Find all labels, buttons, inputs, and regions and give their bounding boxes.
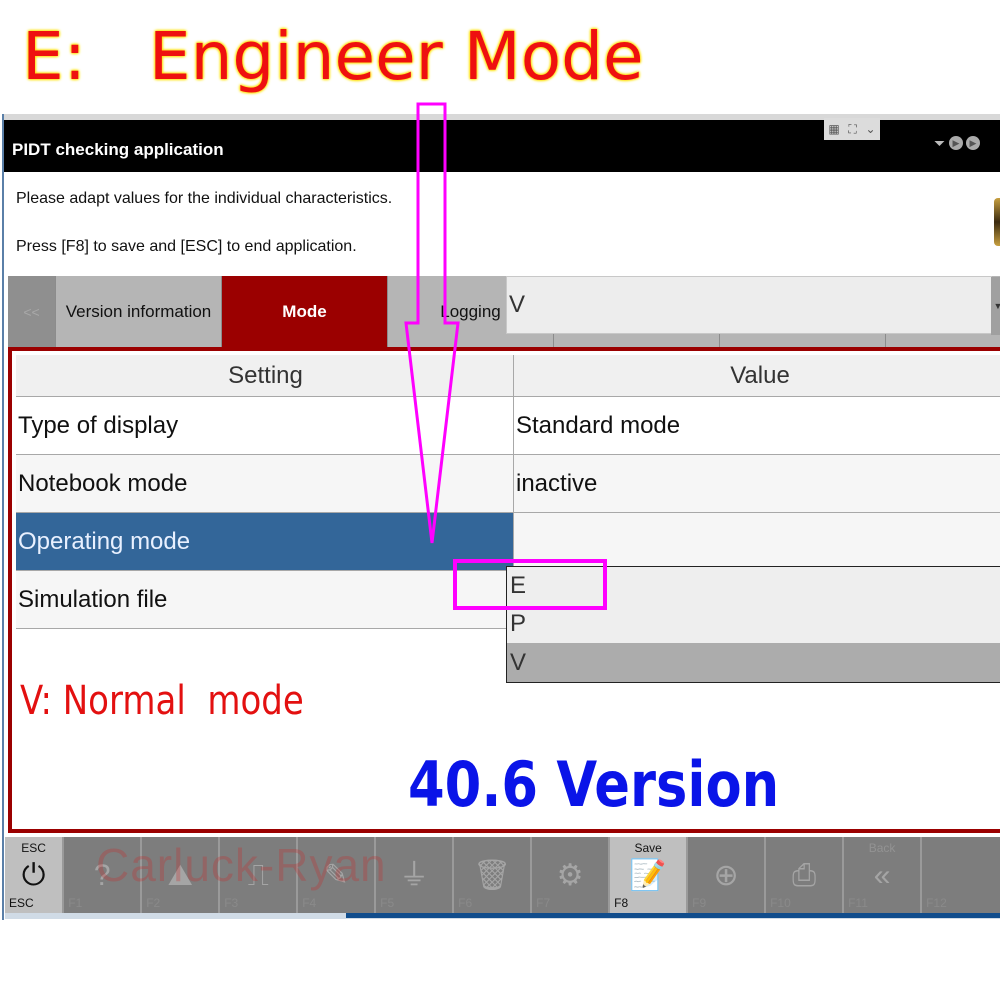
function-key-label: F4	[302, 896, 317, 910]
function-key-label: ESC	[9, 896, 34, 910]
brand-crest-logo	[994, 198, 1000, 246]
filter-icon[interactable]: ⏷	[934, 136, 946, 150]
operating-mode-select[interactable]: V ▼	[506, 276, 1000, 335]
dropdown-arrow-icon[interactable]: ▼	[991, 277, 1000, 335]
toolbar-button-f8[interactable]: Save 📝 F8	[610, 837, 689, 913]
toolbar-button-f6[interactable]: 🗑 F6	[454, 837, 533, 913]
function-key-label: F7	[536, 896, 551, 910]
function-key-label: F12	[926, 896, 947, 910]
function-key-toolbar: ESC ⏻ ESC? F1 ⛰ F2 ⎍ F3 ✎ F4 ⏚ F5 🗑 F6 ⚙ F7 Save 📝 F8 ⊕ F9 ⎙ F…	[5, 837, 1000, 913]
toolbar-button-f7[interactable]: ⚙ F7	[532, 837, 611, 913]
printer-icon: ⎙	[792, 859, 817, 892]
edit-document-icon: ✎	[323, 859, 349, 892]
table-row[interactable]: Notebook mode inactive	[16, 455, 1000, 513]
normal-mode-note: V: Normal mode	[20, 678, 304, 724]
tab-scroll-back[interactable]: <<	[8, 276, 56, 348]
setting-label: Simulation file	[16, 571, 514, 628]
power-icon: ⏻	[21, 859, 46, 892]
button-label: Save	[634, 841, 662, 855]
operating-mode-options: E P V	[506, 566, 1000, 683]
toolbar-button-f12[interactable]: F12	[922, 837, 1000, 913]
toolbar-button-f4[interactable]: ✎ F4	[298, 837, 377, 913]
fullscreen-icon[interactable]: ⛶	[848, 122, 856, 137]
play-circle-icon[interactable]: ▶	[966, 136, 980, 150]
play-circle-icon[interactable]: ▶	[949, 136, 963, 150]
toolbar-button-f11[interactable]: Back « F11	[844, 837, 923, 913]
toolbar-button-f10[interactable]: ⎙ F10	[766, 837, 845, 913]
car-tools-icon: ⚙	[556, 859, 584, 892]
option-v[interactable]: V	[507, 643, 1000, 682]
grid-icon[interactable]: ▦	[828, 122, 839, 136]
help-icon: ?	[93, 859, 111, 892]
function-key-label: F6	[458, 896, 473, 910]
instructions: Please adapt values for the individual c…	[16, 190, 392, 286]
title-icons: ⏷ ▶ ▶	[934, 136, 980, 150]
setting-value[interactable]: Standard mode	[514, 397, 1000, 454]
table-row-selected[interactable]: Operating mode	[16, 513, 1000, 571]
toolbar-button-f3[interactable]: ⎍ F3	[220, 837, 299, 913]
option-e[interactable]: E	[507, 567, 1000, 605]
function-key-label: F11	[848, 896, 868, 910]
car-search-icon: ⊕	[713, 859, 739, 892]
table-header: Setting Value	[16, 355, 1000, 397]
tab-mode[interactable]: Mode	[222, 276, 388, 348]
tab-version-information[interactable]: Version information	[56, 276, 222, 348]
back-icon: «	[873, 859, 891, 892]
version-note: 40.6 Version	[408, 748, 780, 821]
chart-icon: ⛰	[167, 859, 193, 892]
trash-icon: 🗑	[473, 859, 512, 892]
setting-label: Type of display	[16, 397, 514, 454]
toolbar-button-f1[interactable]: ? F1	[64, 837, 143, 913]
column-header-value: Value	[514, 355, 1000, 396]
button-label: Back	[868, 841, 896, 855]
function-key-label: F2	[146, 896, 161, 910]
signal-icon: ⎍	[247, 859, 269, 892]
function-key-label: F1	[68, 896, 83, 910]
toolbar-button-f2[interactable]: ⛰ F2	[142, 837, 221, 913]
filter-icon: ⏚	[399, 859, 430, 892]
table-row[interactable]: Type of display Standard mode	[16, 397, 1000, 455]
chevron-down-icon[interactable]: ⌄	[866, 122, 876, 136]
function-key-label: F5	[380, 896, 395, 910]
option-p[interactable]: P	[507, 605, 1000, 643]
button-label: ESC	[21, 841, 46, 855]
toolbar-button-f9[interactable]: ⊕ F9	[688, 837, 767, 913]
column-header-setting: Setting	[16, 355, 514, 396]
function-key-label: F3	[224, 896, 239, 910]
function-key-label: F8	[614, 896, 629, 910]
setting-label: Notebook mode	[16, 455, 514, 512]
setting-label: Operating mode	[16, 513, 514, 570]
function-key-label: F9	[692, 896, 707, 910]
toolbar-button-esc[interactable]: ESC ⏻ ESC	[5, 837, 65, 913]
engineer-mode-headline: E: Engineer Mode	[22, 18, 644, 95]
window-title: PIDT checking application	[12, 140, 224, 159]
operating-mode-selected-value: V	[509, 291, 526, 318]
function-key-label: F10	[770, 896, 791, 910]
instruction-line: Please adapt values for the individual c…	[16, 190, 393, 207]
setting-value[interactable]	[514, 513, 1000, 570]
progress-strip	[346, 913, 1000, 918]
toolbar-button-f5[interactable]: ⏚ F5	[376, 837, 455, 913]
window-controls[interactable]: ▦ ⛶ ⌄	[824, 118, 880, 140]
save-document-icon: 📝	[629, 859, 667, 892]
setting-value[interactable]: inactive	[514, 455, 1000, 512]
